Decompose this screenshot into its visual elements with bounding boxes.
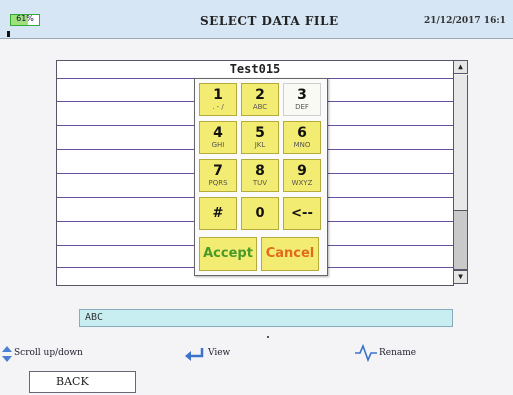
key-digit: 9: [297, 163, 307, 179]
key-4[interactable]: 4 GHI: [199, 121, 237, 154]
device-screen: 61% SELECT DATA FILE 21/12/2017 16:1 Tes…: [0, 0, 513, 395]
key-9[interactable]: 9 WXYZ: [283, 159, 321, 192]
key-digit: 2: [255, 87, 265, 103]
scrollbar-thumb[interactable]: [453, 210, 468, 270]
back-button[interactable]: BACK: [29, 371, 136, 393]
key-3[interactable]: 3 DEF: [283, 83, 321, 116]
key-digit: 3: [297, 87, 307, 103]
page-title: SELECT DATA FILE: [200, 14, 339, 28]
scroll-up-down-icon: [2, 346, 12, 362]
battery-indicator: 61%: [7, 14, 40, 37]
key-digit: 5: [255, 125, 265, 141]
datetime-label: 21/12/2017 16:1: [424, 16, 506, 26]
key-digit: 4: [213, 125, 223, 141]
backspace-button[interactable]: <--: [283, 197, 321, 230]
key-letters: TUV: [252, 179, 268, 187]
key-letters: . - /: [212, 103, 224, 111]
cancel-button[interactable]: Cancel: [261, 237, 319, 271]
key-letters: GHI: [211, 141, 225, 149]
arrow-up-icon: ▲: [458, 62, 463, 71]
key-7[interactable]: 7 PQRS: [199, 159, 237, 192]
key-letters: MNO: [293, 141, 311, 149]
scroll-down-button[interactable]: ▼: [453, 270, 468, 284]
scroll-up-button[interactable]: ▲: [453, 60, 468, 74]
key-digit: 8: [255, 163, 265, 179]
key-8[interactable]: 8 TUV: [241, 159, 279, 192]
enter-arrow-icon: [185, 348, 204, 361]
status-bar: 61% SELECT DATA FILE 21/12/2017 16:1: [0, 0, 513, 39]
scroll-hint-label: Scroll up/down: [14, 348, 83, 358]
file-list-selected-item[interactable]: Test015: [57, 61, 453, 77]
cursor-dot: [267, 336, 269, 338]
key-2[interactable]: 2 ABC: [241, 83, 279, 116]
key-0[interactable]: 0: [241, 197, 279, 230]
key-letters: ABC: [252, 103, 268, 111]
key-hash[interactable]: #: [199, 197, 237, 230]
waveform-icon: [355, 344, 377, 362]
backspace-label: <--: [291, 206, 313, 221]
key-digit: 1: [213, 87, 223, 103]
key-5[interactable]: 5 JKL: [241, 121, 279, 154]
battery-tip: [7, 31, 10, 37]
key-letters: DEF: [295, 103, 309, 111]
numeric-keypad: 1 . - / 2 ABC 3 DEF 4 GHI 5 JKL 6 MNO 7 …: [194, 78, 328, 276]
rename-hint-label: Rename: [379, 348, 417, 358]
accept-button[interactable]: Accept: [199, 237, 257, 271]
filename-input[interactable]: ABC: [79, 309, 453, 327]
key-digit: 6: [297, 125, 307, 141]
view-hint-label: View: [208, 348, 231, 358]
battery-percent-label: 61%: [16, 14, 34, 23]
key-letters: JKL: [254, 141, 266, 149]
arrow-down-icon: ▼: [458, 272, 463, 281]
key-digit: 7: [213, 163, 223, 179]
key-zero-label: 0: [255, 206, 265, 221]
key-1[interactable]: 1 . - /: [199, 83, 237, 116]
key-letters: PQRS: [208, 179, 228, 187]
key-letters: WXYZ: [291, 179, 313, 187]
key-6[interactable]: 6 MNO: [283, 121, 321, 154]
key-hash-label: #: [212, 206, 224, 221]
